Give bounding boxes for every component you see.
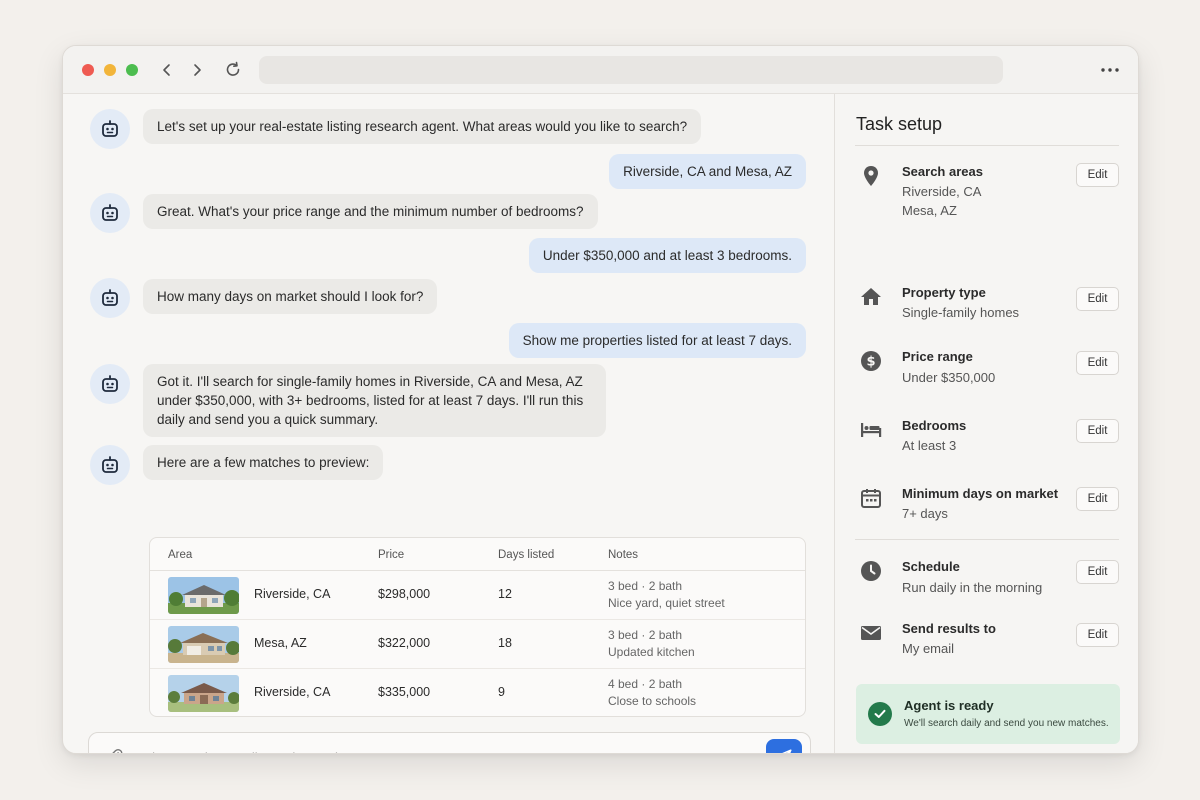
calendar-icon bbox=[859, 486, 883, 510]
message-input[interactable] bbox=[137, 745, 747, 753]
setting-title: Send results to bbox=[902, 621, 996, 636]
panel-title: Task setup bbox=[856, 114, 943, 134]
column-header-notes: Notes bbox=[608, 549, 639, 561]
edit-schedule-button[interactable]: Edit bbox=[1076, 560, 1119, 584]
listings-table: Area Price Days listed Notes Riverside, … bbox=[149, 537, 806, 717]
reload-icon[interactable] bbox=[221, 58, 245, 82]
bot-avatar-icon bbox=[90, 445, 130, 485]
row-note: Updated kitchen bbox=[608, 645, 695, 659]
user-message: Riverside, CA and Mesa, AZ bbox=[609, 154, 806, 189]
chat-area: Let's set up your real-estate listing re… bbox=[63, 94, 834, 753]
setting-value: Run daily in the morning bbox=[902, 580, 1043, 595]
edit-search-areas-button[interactable]: Edit bbox=[1076, 163, 1119, 187]
svg-text:$: $ bbox=[866, 355, 875, 370]
bot-message: Let's set up your real-estate listing re… bbox=[143, 109, 702, 144]
bot-message: Got it. I'll search for single-family ho… bbox=[143, 364, 606, 437]
edit-send-results-button[interactable]: Edit bbox=[1076, 623, 1119, 647]
table-row[interactable]: Mesa, AZ $322,000 18 3 bed · 2 bath Upda… bbox=[150, 620, 805, 669]
bot-avatar-icon bbox=[90, 193, 130, 233]
task-setup-panel: Task setup Search areas Riverside, CA Me… bbox=[834, 94, 1138, 753]
user-message: Under $350,000 and at least 3 bedrooms. bbox=[528, 238, 806, 273]
edit-property-type-button[interactable]: Edit bbox=[1076, 287, 1119, 311]
bot-message: Here are a few matches to preview: bbox=[143, 445, 384, 480]
row-area: Riverside, CA bbox=[254, 685, 331, 699]
send-button[interactable] bbox=[766, 739, 802, 753]
title-bar bbox=[63, 46, 1138, 94]
edit-bedrooms-button[interactable]: Edit bbox=[1076, 419, 1119, 443]
forward-arrow-icon[interactable] bbox=[185, 58, 209, 82]
setting-value: Mesa, AZ bbox=[902, 203, 957, 218]
row-price: $298,000 bbox=[378, 587, 431, 601]
clock-icon bbox=[859, 559, 883, 583]
row-days: 12 bbox=[498, 587, 512, 601]
setting-value: 7+ days bbox=[902, 506, 948, 521]
setting-value: Riverside, CA bbox=[902, 184, 982, 199]
column-header-area: Area bbox=[168, 549, 193, 561]
row-note: Close to schools bbox=[608, 694, 697, 708]
row-price: $335,000 bbox=[378, 685, 431, 699]
setting-value: Single-family homes bbox=[902, 305, 1020, 320]
setting-value: Under $350,000 bbox=[902, 370, 996, 385]
column-header-days: Days listed bbox=[498, 549, 555, 561]
column-header-price: Price bbox=[378, 549, 405, 561]
maximize-window-button[interactable] bbox=[126, 64, 138, 76]
send-icon bbox=[782, 749, 792, 753]
ready-title: Agent is ready bbox=[904, 698, 994, 713]
bot-avatar-icon bbox=[90, 278, 130, 318]
row-days: 18 bbox=[498, 636, 512, 650]
bot-avatar-icon bbox=[90, 109, 130, 149]
table-header: Area Price Days listed Notes bbox=[150, 538, 805, 571]
minimize-window-button[interactable] bbox=[104, 64, 116, 76]
setting-value: At least 3 bbox=[902, 438, 957, 453]
table-row[interactable]: Riverside, CA $298,000 12 3 bed · 2 bath… bbox=[150, 571, 805, 620]
setting-title: Search areas bbox=[902, 164, 983, 179]
check-circle-icon bbox=[868, 702, 892, 726]
address-bar[interactable] bbox=[259, 56, 1003, 84]
browser-window: Let's set up your real-estate listing re… bbox=[62, 45, 1139, 754]
row-bed-bath: 3 bed · 2 bath bbox=[608, 628, 683, 642]
setting-title: Property type bbox=[902, 285, 986, 300]
row-bed-bath: 3 bed · 2 bath bbox=[608, 579, 683, 593]
close-window-button[interactable] bbox=[82, 64, 94, 76]
house-photo bbox=[168, 577, 239, 614]
message-composer bbox=[88, 732, 811, 753]
ready-subtitle: We'll search daily and send you new matc… bbox=[904, 718, 1109, 729]
agent-ready-banner: Agent is ready We'll search daily and se… bbox=[856, 684, 1120, 744]
mail-icon bbox=[859, 621, 883, 645]
row-area: Mesa, AZ bbox=[254, 636, 307, 650]
user-message: Show me properties listed for at least 7… bbox=[508, 323, 806, 358]
setting-title: Minimum days on market bbox=[902, 486, 1059, 501]
more-options-icon[interactable] bbox=[1098, 58, 1122, 82]
bot-message: Great. What's your price range and the m… bbox=[143, 194, 598, 229]
house-photo bbox=[168, 626, 239, 663]
home-icon bbox=[859, 285, 883, 309]
row-days: 9 bbox=[498, 685, 505, 699]
bed-icon bbox=[859, 418, 883, 442]
setting-value: My email bbox=[902, 641, 955, 656]
dollar-icon: $ bbox=[859, 349, 883, 373]
bot-message: How many days on market should I look fo… bbox=[143, 279, 438, 314]
edit-min-days-button[interactable]: Edit bbox=[1076, 487, 1119, 511]
row-price: $322,000 bbox=[378, 636, 431, 650]
divider bbox=[855, 539, 1119, 540]
row-bed-bath: 4 bed · 2 bath bbox=[608, 677, 683, 691]
bot-avatar-icon bbox=[90, 364, 130, 404]
back-arrow-icon[interactable] bbox=[155, 58, 179, 82]
setting-title: Price range bbox=[902, 349, 973, 364]
divider bbox=[855, 145, 1119, 146]
row-note: Nice yard, quiet street bbox=[608, 596, 725, 610]
row-area: Riverside, CA bbox=[254, 587, 331, 601]
location-pin-icon bbox=[859, 164, 883, 188]
setting-title: Bedrooms bbox=[902, 418, 967, 433]
table-row[interactable]: Riverside, CA $335,000 9 4 bed · 2 bath … bbox=[150, 669, 805, 716]
edit-price-range-button[interactable]: Edit bbox=[1076, 351, 1119, 375]
setting-title: Schedule bbox=[902, 559, 960, 574]
paperclip-icon[interactable] bbox=[103, 746, 125, 753]
house-photo bbox=[168, 675, 239, 712]
